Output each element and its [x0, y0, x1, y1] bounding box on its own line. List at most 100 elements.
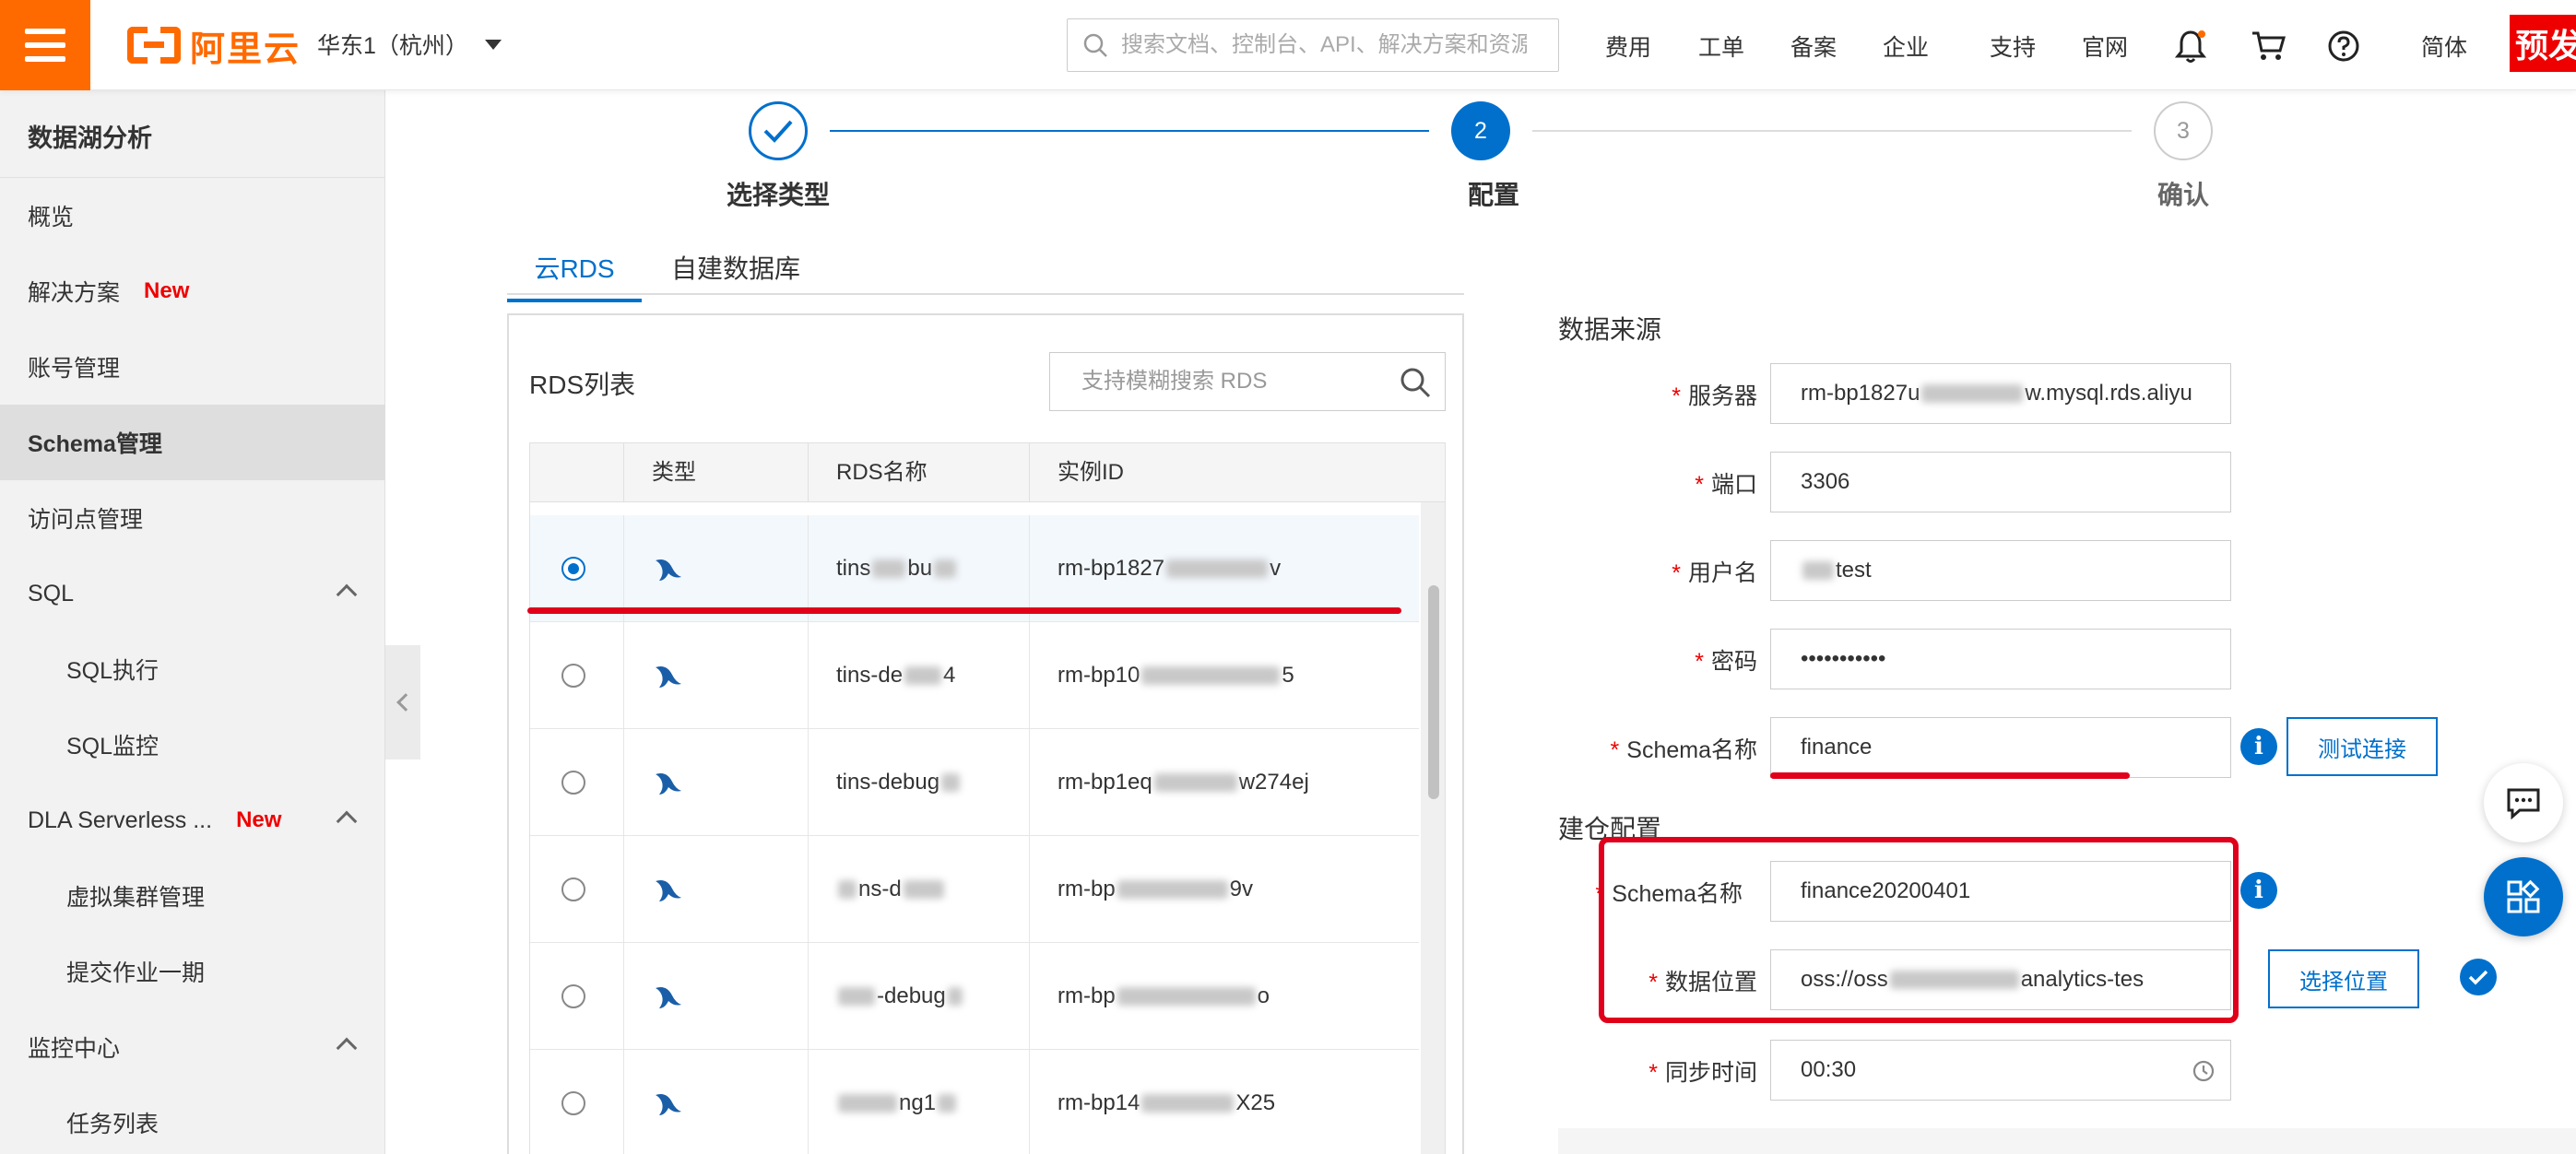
aliyun-logo[interactable]: 阿里云: [127, 22, 301, 69]
rds-name: ns-d: [858, 877, 902, 901]
instance-id-tail: X25: [1235, 1090, 1276, 1115]
help-icon[interactable]: [2325, 28, 2362, 65]
advanced-options-bar[interactable]: [1558, 1128, 2576, 1154]
clock-icon: [2192, 1060, 2215, 1082]
new-badge: New: [144, 278, 190, 303]
nav-link-official-site[interactable]: 官网: [2082, 29, 2128, 63]
row-radio[interactable]: [561, 771, 585, 795]
row-radio[interactable]: [561, 664, 585, 688]
data-source-title: 数据来源: [1558, 315, 1662, 344]
sidebar-item-schema[interactable]: Schema管理: [0, 405, 385, 480]
global-search[interactable]: [1067, 18, 1559, 72]
select-location-button[interactable]: 选择位置: [2268, 949, 2419, 1008]
sync-time-input[interactable]: 00:30: [1770, 1040, 2231, 1101]
table-row[interactable]: -debug rm-bp o: [530, 943, 1419, 1050]
sidebar-item-accounts[interactable]: 账号管理: [0, 329, 385, 405]
sidebar-item-submit-job[interactable]: 提交作业一期: [0, 934, 385, 1009]
server-label: * 服务器: [1672, 383, 1757, 409]
tab-cloud-rds[interactable]: 云RDS: [507, 249, 642, 302]
nav-link-billing[interactable]: 费用: [1605, 29, 1651, 63]
tab-self-built-db[interactable]: 自建数据库: [671, 249, 800, 299]
rds-list-title: RDS列表: [529, 371, 636, 399]
chat-icon[interactable]: [2484, 763, 2563, 842]
sidebar-item-endpoints[interactable]: 访问点管理: [0, 480, 385, 556]
info-icon[interactable]: i: [2240, 872, 2277, 909]
table-row[interactable]: tins-debug rm-bp1eq w274ej: [530, 729, 1419, 836]
row-radio[interactable]: [561, 877, 585, 901]
sidebar-item-sql-execute[interactable]: SQL执行: [0, 631, 385, 707]
redacted-text: [1141, 666, 1281, 685]
top-navigation-bar: 阿里云 华东1（杭州） 费用 工单 备案 企业 支持 官网 简体 预发: [0, 0, 2576, 90]
region-label: 华东1（杭州）: [317, 33, 468, 59]
hamburger-menu-icon[interactable]: [0, 0, 90, 90]
sidebar-item-label: SQL监控: [66, 734, 160, 760]
column-select: [530, 443, 624, 502]
sidebar-group-sql[interactable]: SQL: [0, 556, 385, 631]
table-row[interactable]: tins-de 4 rm-bp10 5: [530, 622, 1419, 729]
column-instance-id: 实例ID: [1058, 460, 1124, 485]
redacted-text: [947, 987, 963, 1006]
rds-search[interactable]: [1049, 352, 1446, 411]
nav-link-icp[interactable]: 备案: [1790, 29, 1837, 63]
step-connector-todo: [1532, 130, 2132, 132]
instance-id-tail: o: [1257, 983, 1270, 1008]
sidebar-item-task-list[interactable]: 任务列表: [0, 1085, 385, 1154]
table-row[interactable]: ng1 rm-bp14 X25: [530, 1050, 1419, 1154]
scrollbar-thumb[interactable]: [1428, 585, 1439, 799]
nav-link-tickets[interactable]: 工单: [1698, 29, 1744, 63]
sidebar-group-dla-serverless[interactable]: DLA Serverless ... New: [0, 783, 385, 858]
table-scrollbar[interactable]: [1421, 502, 1445, 1154]
sidebar-item-label: 虚拟集群管理: [66, 885, 206, 911]
sidebar-group-monitor-center[interactable]: 监控中心: [0, 1009, 385, 1085]
password-input[interactable]: •••••••••••: [1770, 629, 2231, 689]
sidebar-item-solutions[interactable]: 解决方案 New: [0, 253, 385, 329]
step-3-label: 确认: [2157, 181, 2209, 209]
schema-name-input[interactable]: finance: [1770, 717, 2231, 778]
global-search-input[interactable]: [1121, 32, 1527, 58]
shopping-cart-icon[interactable]: [2250, 28, 2286, 65]
nav-link-support[interactable]: 支持: [1990, 29, 2036, 63]
nav-link-enterprise[interactable]: 企业: [1883, 29, 1929, 63]
rds-name: tins: [836, 556, 871, 581]
highlight-underline-selected-row: [527, 607, 1401, 614]
instance-id: rm-bp1827: [1058, 556, 1165, 581]
sidebar-item-overview[interactable]: 概览: [0, 178, 385, 253]
row-radio[interactable]: [561, 984, 585, 1008]
apps-grid-icon[interactable]: [2484, 857, 2563, 936]
redacted-text: [938, 1094, 957, 1113]
server-input[interactable]: rm-bp1827u w.mysql.rds.aliyu: [1770, 363, 2231, 424]
rds-table: 类型 RDS名称 实例ID tins bu rm-bp1827 v tins-de 4…: [529, 442, 1446, 1154]
instance-id: rm-bp: [1058, 983, 1116, 1008]
rds-name: tins-de: [836, 663, 904, 688]
region-selector[interactable]: 华东1（杭州）: [317, 28, 502, 61]
sidebar-item-label: Schema管理: [28, 431, 162, 457]
username-input[interactable]: test: [1770, 540, 2231, 601]
step-3-circle: 3: [2154, 101, 2213, 160]
search-icon[interactable]: [1399, 366, 1432, 399]
table-row[interactable]: ns-d rm-bp 9v: [530, 836, 1419, 943]
sidebar-item-label: 解决方案: [28, 280, 121, 306]
username-label: * 用户名: [1672, 560, 1757, 586]
redacted-text: [1117, 987, 1256, 1006]
sidebar-item-label: 监控中心: [28, 1036, 121, 1062]
sidebar-item-sql-monitor[interactable]: SQL监控: [0, 707, 385, 783]
search-icon: [1083, 33, 1107, 57]
row-radio[interactable]: [561, 557, 585, 581]
table-row[interactable]: tins bu rm-bp1827 v: [530, 515, 1419, 622]
row-radio[interactable]: [561, 1091, 585, 1115]
column-rds-name: RDS名称: [809, 443, 1030, 502]
redacted-text: [1921, 384, 2024, 403]
port-input[interactable]: 3306: [1770, 452, 2231, 512]
sidebar-collapse-handle[interactable]: [385, 645, 420, 760]
language-switch[interactable]: 简体: [2421, 29, 2467, 63]
column-type: 类型: [624, 443, 809, 502]
rds-search-input[interactable]: [1081, 369, 1386, 394]
sidebar-item-virtual-cluster[interactable]: 虚拟集群管理: [0, 858, 385, 934]
step-1-circle: [749, 101, 808, 160]
new-badge: New: [236, 807, 282, 832]
rds-table-header: 类型 RDS名称 实例ID: [530, 443, 1445, 502]
bell-icon[interactable]: [2172, 28, 2209, 65]
info-icon[interactable]: i: [2240, 728, 2277, 765]
test-connection-button[interactable]: 测试连接: [2286, 717, 2438, 776]
mysql-dolphin-icon: [656, 773, 681, 795]
